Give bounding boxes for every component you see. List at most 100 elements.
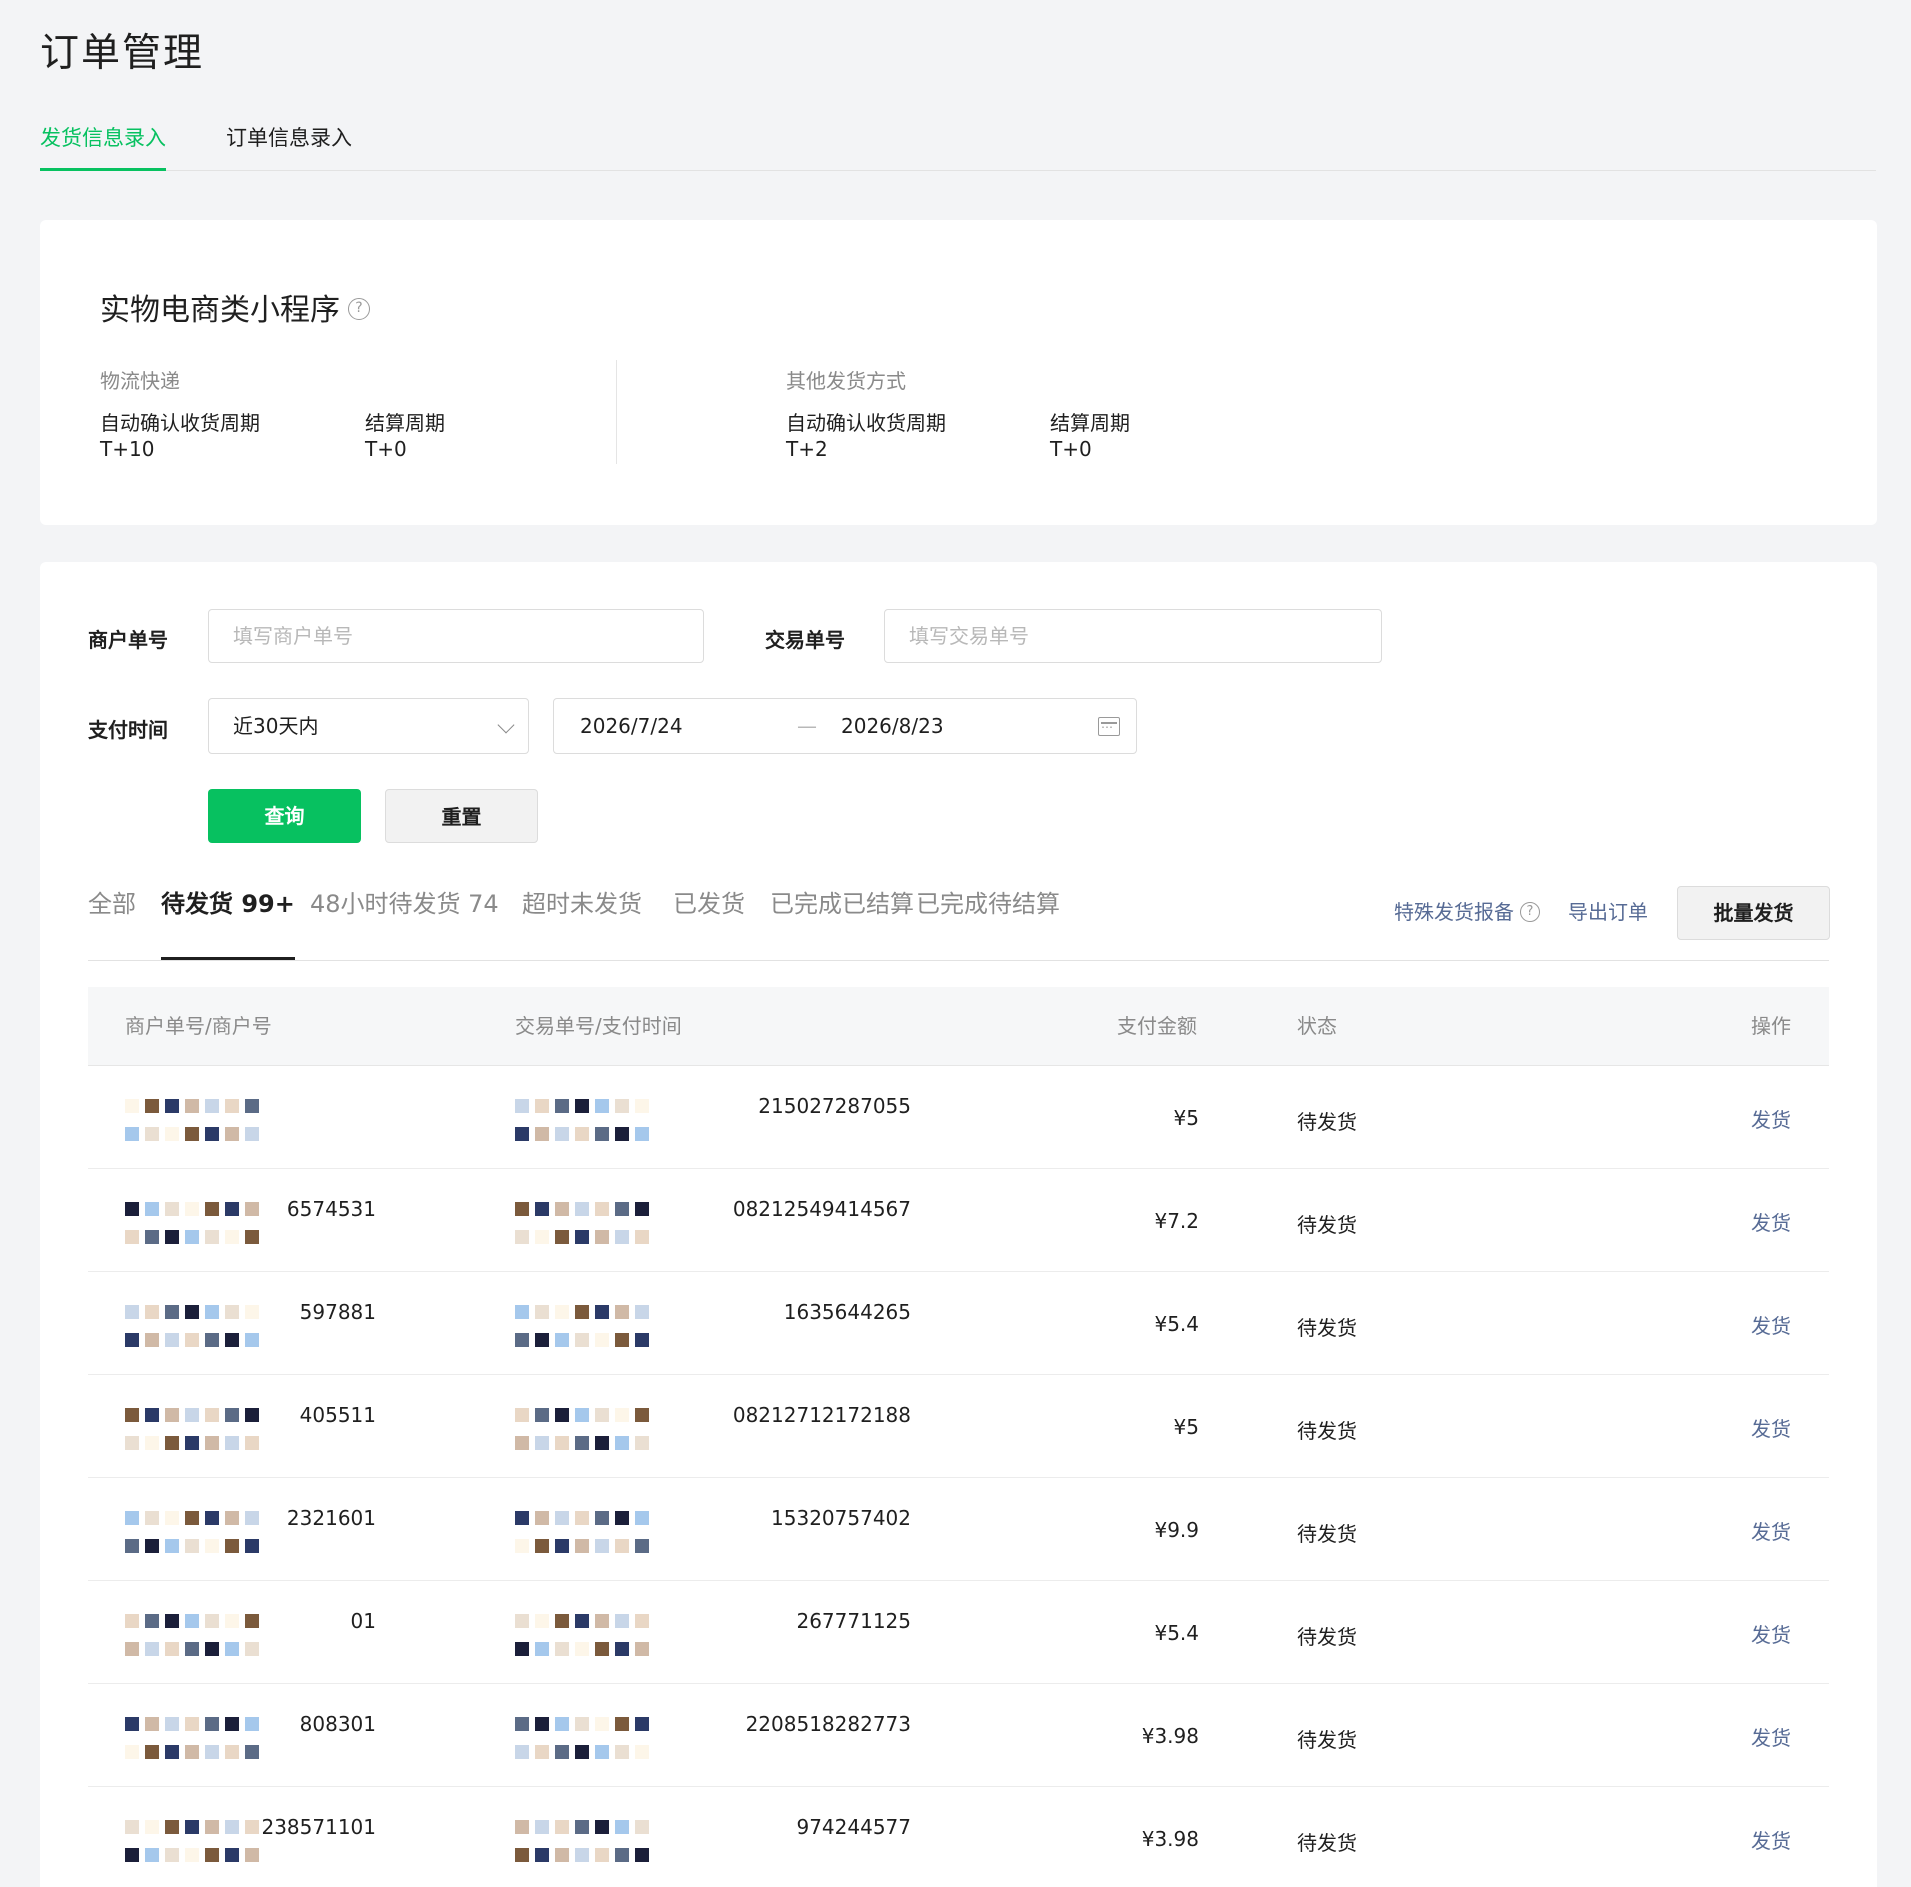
- redacted-mask: [515, 1819, 655, 1835]
- redacted-mask: [515, 1538, 655, 1554]
- ship-link[interactable]: 发货: [1751, 1310, 1791, 1339]
- redacted-mask: [125, 1407, 265, 1423]
- merchant-no: 808301: [299, 1712, 376, 1736]
- merchant-no-label: 商户单号: [88, 628, 168, 652]
- other-settle-value: T+0: [1050, 437, 1092, 461]
- status: 待发货: [1297, 1728, 1357, 1752]
- trade-no: 2208518282773: [745, 1712, 911, 1736]
- table-header: 商户单号/商户号 交易单号/支付时间 支付金额 状态 操作: [88, 987, 1829, 1066]
- ship-link[interactable]: 发货: [1751, 1207, 1791, 1236]
- tab-shipped[interactable]: 已发货: [673, 882, 745, 926]
- col-trade-no: 交易单号/支付时间: [515, 1014, 682, 1038]
- special-report-text: 特殊发货报备: [1394, 900, 1514, 924]
- ship-link[interactable]: 发货: [1751, 1413, 1791, 1442]
- tab-all[interactable]: 全部: [88, 882, 136, 926]
- redacted-mask: [515, 1332, 655, 1348]
- status: 待发货: [1297, 1831, 1357, 1855]
- status: 待发货: [1297, 1213, 1357, 1237]
- trade-no: 267771125: [796, 1609, 911, 1633]
- date-range-option: 近30天内: [233, 714, 319, 738]
- top-tabs: 发货信息录入 订单信息录入: [40, 120, 1876, 171]
- amount: ¥5.4: [1154, 1621, 1199, 1645]
- amount: ¥5: [1173, 1415, 1199, 1439]
- other-settle-label: 结算周期: [1050, 411, 1130, 435]
- page-title: 订单管理: [40, 31, 205, 76]
- amount: ¥9.9: [1154, 1518, 1199, 1542]
- redacted-mask: [125, 1641, 265, 1657]
- redacted-mask: [125, 1613, 265, 1629]
- tab-order-info[interactable]: 订单信息录入: [226, 120, 352, 156]
- amount: ¥3.98: [1141, 1827, 1199, 1851]
- logistics-settle-value: T+0: [365, 437, 407, 461]
- help-icon[interactable]: ?: [1520, 901, 1540, 922]
- tab-done-unsettled[interactable]: 已完成待结算: [916, 882, 1060, 926]
- col-action: 操作: [1751, 1014, 1791, 1038]
- pay-time-label: 支付时间: [88, 718, 168, 742]
- table-row: 238571101 974244577 ¥3.98 待发货 发货: [88, 1787, 1829, 1887]
- group-divider: [616, 360, 617, 464]
- ship-link[interactable]: 发货: [1751, 1516, 1791, 1545]
- date-start[interactable]: 2026/7/24: [580, 699, 683, 753]
- status: 待发货: [1297, 1110, 1357, 1134]
- status: 待发货: [1297, 1625, 1357, 1649]
- redacted-mask: [125, 1126, 265, 1142]
- date-range-select[interactable]: 近30天内: [208, 698, 529, 754]
- info-card: 实物电商类小程序? 物流快递 自动确认收货周期 T+10 结算周期 T+0 其他…: [40, 220, 1877, 525]
- redacted-mask: [515, 1304, 655, 1320]
- tab-shipping-info[interactable]: 发货信息录入: [40, 120, 166, 171]
- reset-button[interactable]: 重置: [385, 789, 538, 843]
- ship-link[interactable]: 发货: [1751, 1619, 1791, 1648]
- table-row: 405511 08212712172188 ¥5 待发货 发货: [88, 1375, 1829, 1478]
- ship-link[interactable]: 发货: [1751, 1825, 1791, 1854]
- table-body: 215027287055 ¥5 待发货 发货 6574531 08212549414567…: [88, 1066, 1829, 1887]
- merchant-no: 2321601: [286, 1506, 376, 1530]
- redacted-mask: [125, 1716, 265, 1732]
- redacted-mask: [515, 1613, 655, 1629]
- merchant-no-input[interactable]: [208, 609, 704, 663]
- merchant-no: 405511: [299, 1403, 376, 1427]
- amount: ¥3.98: [1141, 1724, 1199, 1748]
- status: 待发货: [1297, 1419, 1357, 1443]
- batch-ship-button[interactable]: 批量发货: [1677, 886, 1830, 940]
- col-merchant-no: 商户单号/商户号: [125, 1014, 272, 1038]
- redacted-mask: [515, 1641, 655, 1657]
- tab-pending-ship[interactable]: 待发货 99+: [161, 882, 295, 960]
- merchant-no: 6574531: [286, 1197, 376, 1221]
- trade-no: 08212712172188: [732, 1403, 911, 1427]
- trade-no: 15320757402: [771, 1506, 911, 1530]
- redacted-mask: [125, 1744, 265, 1760]
- amount: ¥7.2: [1154, 1209, 1199, 1233]
- redacted-mask: [125, 1201, 265, 1217]
- redacted-mask: [515, 1435, 655, 1451]
- table-row: 215027287055 ¥5 待发货 发货: [88, 1066, 1829, 1169]
- tab-overdue[interactable]: 超时未发货: [522, 882, 642, 926]
- orders-table: 商户单号/商户号 交易单号/支付时间 支付金额 状态 操作 2150272870…: [88, 987, 1829, 1887]
- redacted-mask: [515, 1716, 655, 1732]
- redacted-mask: [515, 1201, 655, 1217]
- table-row: 01 267771125 ¥5.4 待发货 发货: [88, 1581, 1829, 1684]
- merchant-no: 01: [350, 1609, 376, 1633]
- special-report-link[interactable]: 特殊发货报备?: [1394, 896, 1540, 925]
- trade-no-input[interactable]: [884, 609, 1382, 663]
- status: 待发货: [1297, 1316, 1357, 1340]
- help-icon[interactable]: ?: [348, 297, 370, 320]
- date-range-picker[interactable]: 2026/7/24 — 2026/8/23: [553, 698, 1137, 754]
- tab-done-settled[interactable]: 已完成已结算: [770, 882, 914, 926]
- other-confirm-value: T+2: [786, 437, 828, 461]
- redacted-mask: [515, 1098, 655, 1114]
- amount: ¥5.4: [1154, 1312, 1199, 1336]
- date-end[interactable]: 2026/8/23: [841, 699, 944, 753]
- query-button[interactable]: 查询: [208, 789, 361, 843]
- ship-link[interactable]: 发货: [1751, 1104, 1791, 1133]
- date-separator: —: [797, 714, 817, 738]
- logistics-confirm-label: 自动确认收货周期: [100, 411, 260, 435]
- trade-no: 08212549414567: [732, 1197, 911, 1221]
- calendar-icon[interactable]: [1098, 717, 1120, 736]
- ship-link[interactable]: 发货: [1751, 1722, 1791, 1751]
- tab-48h-pending[interactable]: 48小时待发货 74: [310, 882, 499, 926]
- redacted-mask: [125, 1847, 265, 1863]
- export-orders-link[interactable]: 导出订单: [1568, 896, 1648, 925]
- mini-program-title: 实物电商类小程序?: [100, 285, 370, 329]
- table-row: 2321601 15320757402 ¥9.9 待发货 发货: [88, 1478, 1829, 1581]
- redacted-mask: [125, 1098, 265, 1114]
